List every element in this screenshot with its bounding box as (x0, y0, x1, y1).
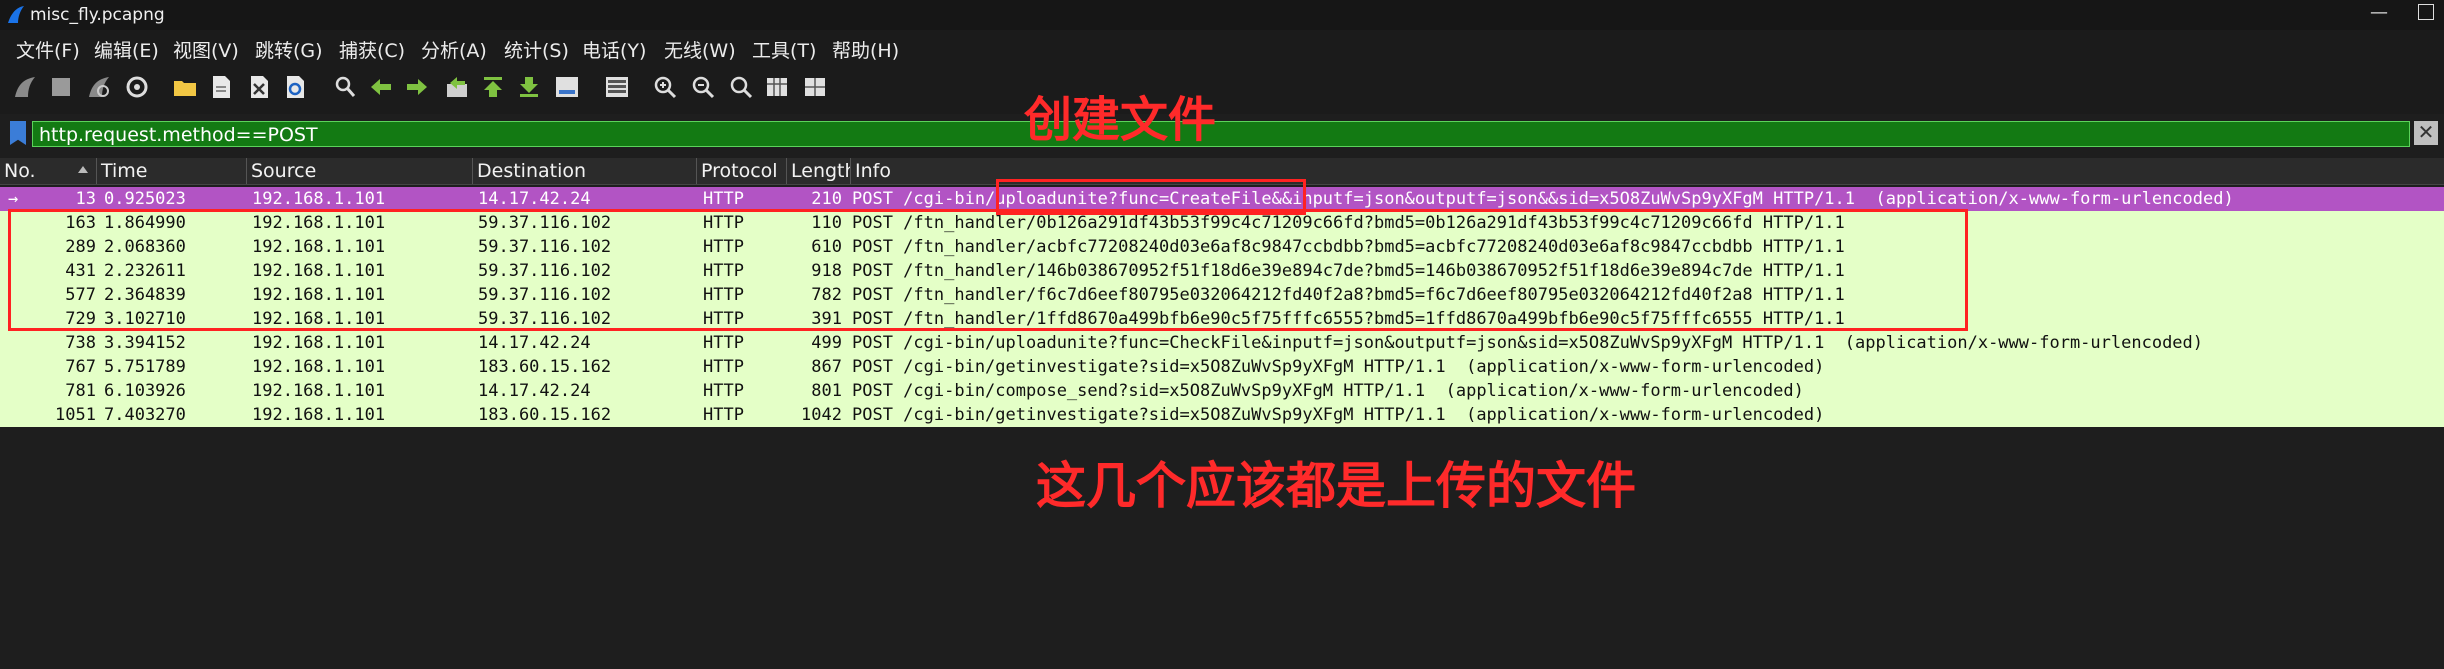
cell-source: 192.168.1.101 (252, 357, 386, 377)
cell-protocol: HTTP (703, 405, 744, 425)
cell-destination: 14.17.42.24 (478, 381, 591, 401)
request-arrow-icon: → (8, 189, 19, 209)
cell-length: 801 (811, 381, 842, 401)
cell-destination: 183.60.15.162 (478, 405, 612, 425)
expand-subtrees-icon[interactable] (802, 74, 828, 100)
menu-wireless[interactable]: 无线(W) (664, 36, 736, 63)
cell-source: 192.168.1.101 (252, 333, 386, 353)
cell-length: 499 (811, 333, 842, 353)
go-forward-icon[interactable] (404, 74, 430, 100)
cell-source: 192.168.1.101 (252, 189, 386, 209)
table-row[interactable]: 767 5.751789 192.168.1.101 183.60.15.162… (0, 355, 2444, 379)
upload-rows-highlight-box (8, 209, 1968, 331)
menu-file[interactable]: 文件(F) (16, 36, 80, 63)
cell-no: 767 (65, 357, 96, 377)
cell-info: POST /cgi-bin/getinvestigate?sid=x5O8ZuW… (852, 357, 1825, 377)
menu-capture[interactable]: 捕获(C) (339, 36, 405, 63)
cell-time: 5.751789 (104, 357, 186, 377)
table-row[interactable]: 738 3.394152 192.168.1.101 14.17.42.24 H… (0, 331, 2444, 355)
cell-protocol: HTTP (703, 189, 744, 209)
annotation-create-file: 创建文件 (1024, 92, 1217, 148)
normal-size-icon[interactable] (728, 74, 754, 100)
maximize-button[interactable] (2418, 4, 2434, 20)
zoom-out-icon[interactable] (690, 74, 716, 100)
title-bar (0, 0, 2444, 30)
cell-protocol: HTTP (703, 381, 744, 401)
sort-ascending-icon (78, 166, 88, 173)
resize-columns-icon[interactable] (764, 74, 790, 100)
save-file-icon[interactable] (208, 74, 234, 100)
cell-no: 13 (75, 189, 96, 209)
column-header-protocol[interactable]: Protocol (696, 158, 786, 184)
cell-source: 192.168.1.101 (252, 381, 386, 401)
reload-file-icon[interactable] (282, 74, 308, 100)
cell-length: 210 (811, 189, 842, 209)
colorize-icon[interactable] (604, 74, 630, 100)
start-capture-icon[interactable] (12, 74, 38, 100)
window-title: misc_fly.pcapng (30, 5, 165, 25)
go-first-packet-icon[interactable] (480, 74, 506, 100)
menu-go[interactable]: 跳转(G) (255, 36, 323, 63)
menu-telephony[interactable]: 电话(Y) (582, 36, 646, 63)
cell-length: 1042 (801, 405, 842, 425)
minimize-button[interactable]: — (2370, 2, 2388, 23)
close-file-icon[interactable] (246, 74, 272, 100)
cell-time: 0.925023 (104, 189, 186, 209)
go-last-packet-icon[interactable] (516, 74, 542, 100)
cell-time: 3.394152 (104, 333, 186, 353)
cell-protocol: HTTP (703, 357, 744, 377)
zoom-in-icon[interactable] (652, 74, 678, 100)
find-packet-icon[interactable] (332, 74, 358, 100)
go-back-icon[interactable] (368, 74, 394, 100)
display-filter-input[interactable]: http.request.method==POST (32, 121, 2410, 147)
menu-help[interactable]: 帮助(H) (832, 36, 899, 63)
menu-tools[interactable]: 工具(T) (752, 36, 816, 63)
cell-source: 192.168.1.101 (252, 405, 386, 425)
cell-protocol: HTTP (703, 333, 744, 353)
open-file-icon[interactable] (172, 74, 198, 100)
column-header-length[interactable]: Length (786, 158, 850, 184)
cell-time: 7.403270 (104, 405, 186, 425)
main-toolbar (0, 64, 2444, 114)
menu-view[interactable]: 视图(V) (173, 36, 239, 63)
cell-destination: 183.60.15.162 (478, 357, 612, 377)
stop-capture-icon[interactable] (48, 74, 74, 100)
auto-scroll-icon[interactable] (554, 74, 580, 100)
wireshark-fin-icon (8, 6, 24, 23)
cell-no: 1051 (55, 405, 96, 425)
cell-destination: 14.17.42.24 (478, 333, 591, 353)
cell-info: POST /cgi-bin/getinvestigate?sid=x5O8ZuW… (852, 405, 1825, 425)
column-header-time[interactable]: Time (96, 158, 246, 184)
clear-filter-button[interactable]: ✕ (2414, 121, 2438, 145)
cell-time: 6.103926 (104, 381, 186, 401)
menu-edit[interactable]: 编辑(E) (94, 36, 159, 63)
restart-capture-icon[interactable] (86, 74, 112, 100)
cell-no: 738 (65, 333, 96, 353)
annotation-uploaded-files: 这几个应该都是上传的文件 (1036, 457, 1636, 515)
cell-info: POST /cgi-bin/compose_send?sid=x5O8ZuWvS… (852, 381, 1804, 401)
column-header-source[interactable]: Source (246, 158, 472, 184)
go-to-packet-icon[interactable] (444, 74, 470, 100)
cell-info: POST /cgi-bin/uploadunite?func=CheckFile… (852, 333, 2204, 353)
column-header-destination[interactable]: Destination (472, 158, 696, 184)
table-row[interactable]: 1051 7.403270 192.168.1.101 183.60.15.16… (0, 403, 2444, 427)
menu-statistics[interactable]: 统计(S) (504, 36, 569, 63)
cell-no: 781 (65, 381, 96, 401)
capture-options-icon[interactable] (124, 74, 150, 100)
table-row[interactable]: 781 6.103926 192.168.1.101 14.17.42.24 H… (0, 379, 2444, 403)
cell-destination: 14.17.42.24 (478, 189, 591, 209)
menu-analyze[interactable]: 分析(A) (421, 36, 487, 63)
cell-length: 867 (811, 357, 842, 377)
